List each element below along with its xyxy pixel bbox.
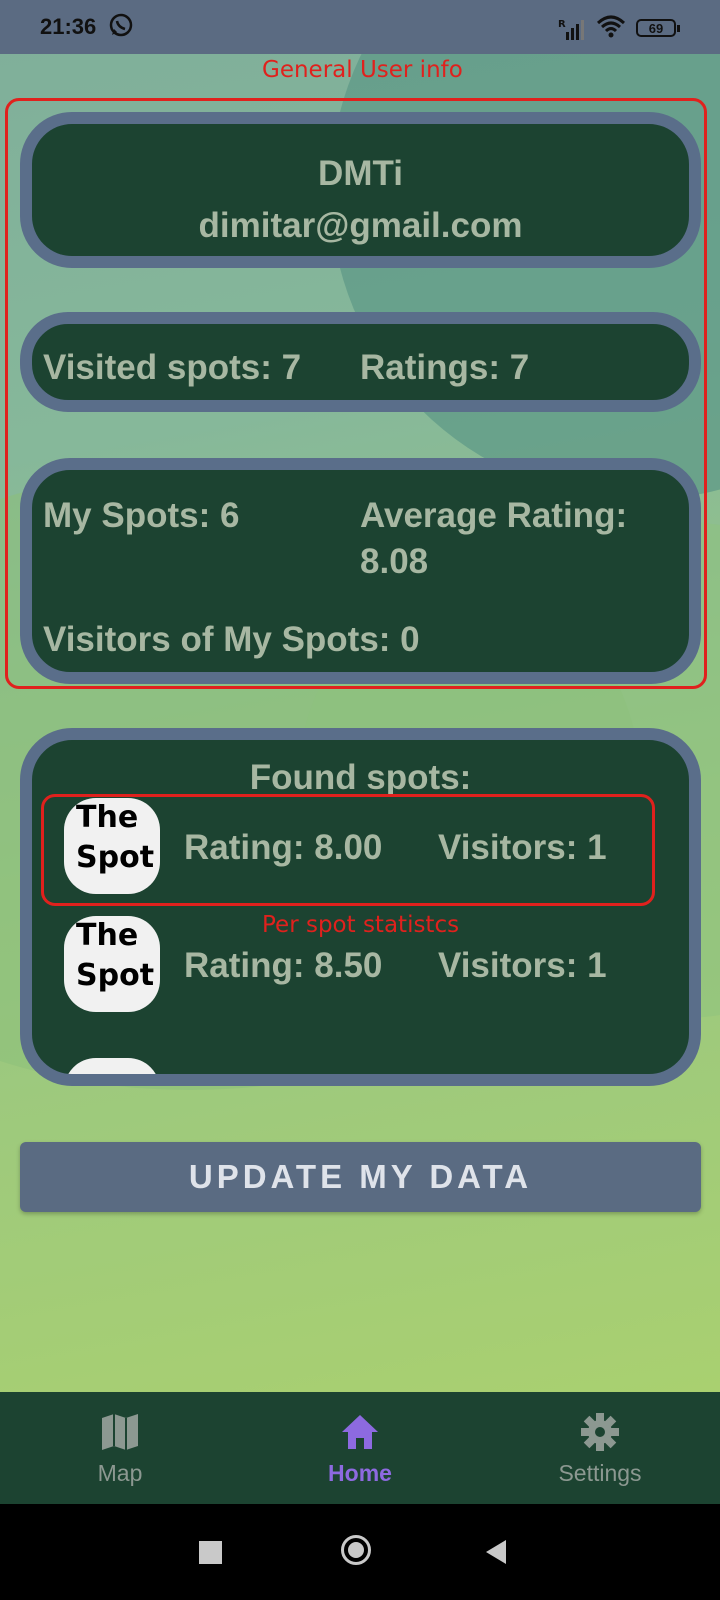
home-icon [342, 1415, 378, 1449]
spot-list-item-partial[interactable] [64, 1058, 160, 1074]
average-rating-label: Average Rating: [360, 496, 628, 535]
map-icon [102, 1414, 138, 1450]
visitors-of-my-spots-label: Visitors of My Spots: 0 [43, 620, 420, 659]
my-spots-card: My Spots: 6 Average Rating: 8.08 Visitor… [20, 458, 701, 684]
spot-logo [64, 1058, 160, 1074]
home-system-button[interactable] [341, 1535, 371, 1565]
annotation-per-spot-statistics: Per spot statistcs [262, 912, 460, 938]
status-time: 21:36 [40, 14, 97, 39]
update-my-data-button[interactable]: UPDATE MY DATA [20, 1142, 701, 1212]
ratings-label: Ratings: 7 [360, 348, 530, 387]
my-spots-label: My Spots: 6 [43, 496, 240, 535]
wifi-icon [596, 15, 626, 38]
found-spots-title: Found spots: [249, 758, 472, 797]
battery-icon: 69 [636, 19, 680, 37]
nav-item-settings[interactable]: Settings [480, 1392, 720, 1504]
user-info-card: DMTi dimitar@gmail.com [20, 112, 701, 268]
found-spots-card: Found spots: The Spot Rating: 8.00 Visit… [20, 728, 701, 1086]
average-rating-value: 8.08 [360, 542, 429, 581]
nav-item-home[interactable]: Home [240, 1392, 480, 1504]
nav-item-map[interactable]: Map [0, 1392, 240, 1504]
visited-spots-label: Visited spots: 7 [43, 348, 302, 387]
status-bar: 21:36 R 69 [0, 0, 720, 54]
annotation-box-per-spot [41, 794, 655, 906]
annotation-general-user-info: General User info [262, 57, 463, 83]
spot-logo: The Spot [64, 916, 160, 1012]
visit-stats-card: Visited spots: 7 Ratings: 7 [20, 312, 701, 412]
battery-level: 69 [648, 20, 664, 36]
spot-rating: Rating: 8.50 [184, 946, 383, 985]
svg-text:R: R [558, 19, 566, 30]
nav-label-settings: Settings [558, 1460, 642, 1486]
back-button[interactable] [484, 1539, 508, 1565]
spot-visitors: Visitors: 1 [438, 946, 607, 985]
signal-icon: R [558, 19, 584, 40]
recents-button[interactable] [199, 1541, 222, 1564]
nav-label-home: Home [328, 1460, 392, 1486]
user-email: dimitar@gmail.com [198, 206, 523, 245]
whatsapp-icon [109, 13, 133, 37]
nav-label-map: Map [97, 1460, 143, 1486]
gear-icon [581, 1413, 619, 1451]
bottom-navigation: Map Home Settings [0, 1392, 720, 1504]
user-name: DMTi [318, 154, 403, 193]
